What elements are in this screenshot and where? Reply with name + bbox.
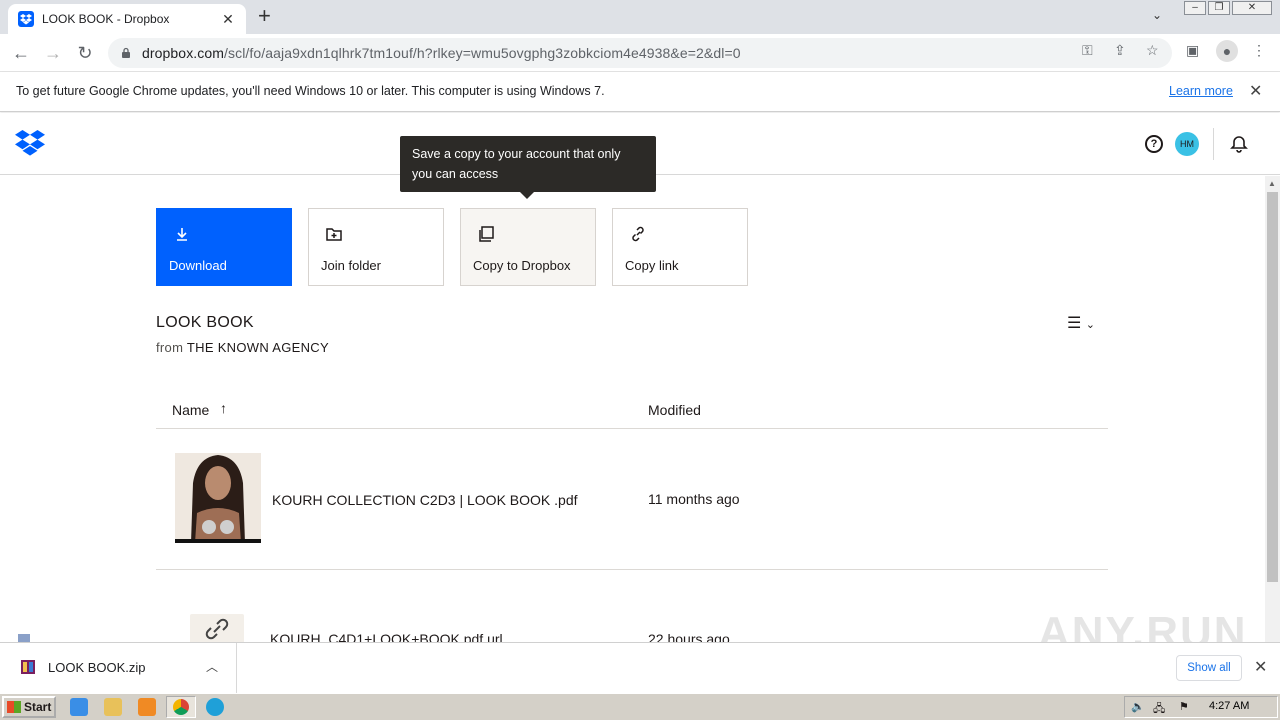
- show-all-button[interactable]: Show all: [1176, 655, 1242, 681]
- url-file-thumbnail[interactable]: [190, 614, 244, 644]
- profile-icon[interactable]: ●: [1216, 40, 1238, 62]
- dropbox-logo-icon[interactable]: [15, 130, 45, 156]
- file-name-link[interactable]: KOURH COLLECTION C2D3 | LOOK BOOK .pdf: [272, 492, 578, 508]
- network-icon[interactable]: 🖧: [1153, 700, 1165, 719]
- url-host: dropbox.com: [142, 45, 225, 61]
- side-panel-icon[interactable]: ▣: [1186, 42, 1199, 59]
- chrome-taskbar-button[interactable]: [166, 696, 196, 718]
- menu-kebab-icon[interactable]: ⋮: [1252, 42, 1266, 59]
- back-icon[interactable]: ←: [10, 42, 32, 64]
- folder-title: LOOK BOOK: [156, 314, 254, 331]
- minimize-button[interactable]: –: [1184, 1, 1206, 15]
- help-icon[interactable]: ?: [1145, 135, 1163, 153]
- file-name-link[interactable]: KOURH_C4D1+LOOK+BOOK.pdf.url: [270, 631, 503, 642]
- browser-toolbar: ← → ↻ dropbox.com/scl/fo/aaja9xdn1qlhrk7…: [0, 34, 1280, 72]
- view-options-menu[interactable]: ☰ ⌄: [1067, 313, 1095, 333]
- sort-ascending-icon[interactable]: ↑: [220, 400, 227, 416]
- copy-tooltip: Save a copy to your account that only yo…: [400, 136, 656, 192]
- column-header-modified[interactable]: Modified: [648, 402, 701, 418]
- file-modified: 22 hours ago: [648, 631, 730, 642]
- file-modified: 11 months ago: [648, 491, 740, 507]
- edge-icon[interactable]: [206, 698, 224, 716]
- forward-icon[interactable]: →: [42, 42, 64, 64]
- header-divider-line: [156, 428, 1108, 429]
- zip-file-icon: [21, 660, 35, 674]
- chevron-up-icon[interactable]: ︿: [206, 658, 218, 675]
- page-scrollbar[interactable]: ▲: [1265, 176, 1280, 642]
- volume-icon[interactable]: 🔈: [1131, 700, 1145, 713]
- link-file-icon: [205, 618, 229, 640]
- windows-logo-icon: [7, 701, 21, 713]
- scrollbar-thumb[interactable]: [1267, 192, 1278, 582]
- header-divider: [1213, 128, 1214, 160]
- key-icon[interactable]: ⚿: [1082, 42, 1093, 59]
- restore-button[interactable]: ❐: [1208, 1, 1230, 15]
- copy-link-label: Copy link: [625, 258, 679, 273]
- infobar-message: To get future Google Chrome updates, you…: [16, 84, 605, 98]
- url-text: dropbox.com/scl/fo/aaja9xdn1qlhrk7tm1ouf…: [142, 45, 741, 61]
- download-icon: [177, 228, 187, 241]
- download-item[interactable]: LOOK BOOK.zip ︿: [0, 643, 237, 693]
- lock-icon: [122, 47, 130, 58]
- infobar-close-icon[interactable]: ✕: [1249, 81, 1262, 101]
- copy-to-dropbox-label: Copy to Dropbox: [473, 258, 571, 273]
- tab-search-icon[interactable]: ⌄: [1152, 8, 1162, 22]
- chrome-icon: [173, 699, 189, 715]
- list-view-icon: ☰: [1067, 315, 1082, 332]
- copy-link-button[interactable]: Copy link: [612, 208, 748, 286]
- bell-icon[interactable]: [1230, 135, 1248, 153]
- column-header-name[interactable]: Name: [172, 402, 209, 418]
- scroll-up-icon[interactable]: ▲: [1268, 179, 1276, 188]
- reload-icon[interactable]: ↻: [74, 42, 96, 64]
- address-bar[interactable]: dropbox.com/scl/fo/aaja9xdn1qlhrk7tm1ouf…: [108, 38, 1172, 68]
- chevron-down-icon: ⌄: [1085, 319, 1096, 331]
- dropbox-favicon-icon: [18, 11, 34, 27]
- join-folder-button[interactable]: Join folder: [308, 208, 444, 286]
- join-folder-label: Join folder: [321, 258, 381, 273]
- copy-to-dropbox-button[interactable]: Copy to Dropbox: [460, 208, 596, 286]
- from-prefix: from: [156, 340, 184, 355]
- avatar[interactable]: HM: [1175, 132, 1199, 156]
- system-tray: 🔈 🖧 ⚑: [1124, 696, 1278, 718]
- row-divider-line: [156, 569, 1108, 570]
- shelf-close-icon[interactable]: ✕: [1254, 657, 1267, 677]
- tab-close-icon[interactable]: ✕: [220, 11, 236, 28]
- sidebar-file-icon: [18, 634, 30, 642]
- tab-title: LOOK BOOK - Dropbox: [42, 12, 170, 26]
- ie-icon[interactable]: [70, 698, 88, 716]
- download-file-name: LOOK BOOK.zip: [48, 660, 146, 675]
- url-path: /scl/fo/aaja9xdn1qlhrk7tm1ouf/h?rlkey=wm…: [224, 45, 741, 61]
- file-thumbnail[interactable]: [175, 453, 261, 543]
- tooltip-arrow: [520, 192, 534, 199]
- start-button[interactable]: Start: [2, 696, 56, 718]
- new-tab-button[interactable]: +: [258, 5, 271, 27]
- folder-owner-line: from THE KNOWN AGENCY: [156, 340, 329, 355]
- download-shelf: LOOK BOOK.zip ︿ Show all ✕: [0, 642, 1280, 693]
- taskbar-clock: 4:27 AM: [1209, 700, 1250, 712]
- learn-more-link[interactable]: Learn more: [1169, 84, 1233, 98]
- browser-tab[interactable]: LOOK BOOK - Dropbox ✕: [8, 4, 246, 34]
- flag-icon[interactable]: ⚑: [1179, 700, 1189, 713]
- media-player-icon[interactable]: [138, 698, 156, 716]
- download-label: Download: [169, 258, 227, 273]
- start-label: Start: [24, 700, 52, 714]
- windows-taskbar: Start 🔈 🖧 ⚑ 4:27 AM: [0, 693, 1280, 720]
- folder-plus-icon: [326, 228, 342, 241]
- explorer-icon[interactable]: [104, 698, 122, 716]
- link-icon: [632, 226, 644, 242]
- download-button[interactable]: Download: [156, 208, 292, 286]
- share-icon[interactable]: ⇪: [1114, 42, 1126, 59]
- update-infobar: To get future Google Chrome updates, you…: [0, 72, 1280, 112]
- folder-owner: THE KNOWN AGENCY: [186, 340, 329, 355]
- window-close-button[interactable]: ✕: [1232, 1, 1272, 15]
- copy-icon: [479, 226, 494, 242]
- tab-strip: LOOK BOOK - Dropbox ✕ + ⌄ – ❐ ✕: [0, 0, 1280, 34]
- bookmark-star-icon[interactable]: ☆: [1146, 42, 1159, 59]
